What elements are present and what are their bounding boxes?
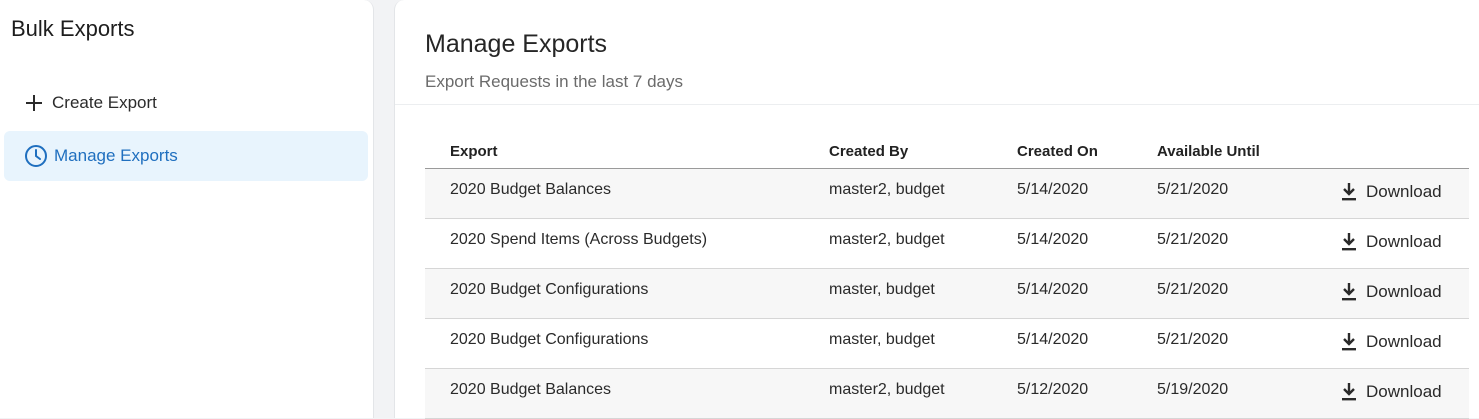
nav-manage-exports-label: Manage Exports xyxy=(54,146,178,165)
table-row: 2020 Budget Balances master2, budget 5/1… xyxy=(425,369,1469,419)
sidebar: Bulk Exports Create Export Manage Export… xyxy=(0,0,374,418)
download-label: Download xyxy=(1366,382,1442,401)
plus-icon xyxy=(22,91,46,115)
cell-created-by: master, budget xyxy=(829,281,935,298)
cell-created-on: 5/14/2020 xyxy=(1017,281,1089,298)
clock-icon xyxy=(24,144,48,168)
cell-created-on: 5/12/2020 xyxy=(1017,381,1089,398)
cell-export: 2020 Budget Configurations xyxy=(450,281,649,298)
download-button[interactable]: Download xyxy=(1339,331,1442,353)
table-row: 2020 Spend Items (Across Budgets) master… xyxy=(425,219,1469,269)
cell-available-until: 5/21/2020 xyxy=(1157,331,1229,348)
page-title: Manage Exports xyxy=(425,30,608,58)
table-row: 2020 Budget Balances master2, budget 5/1… xyxy=(425,169,1469,219)
cell-available-until: 5/19/2020 xyxy=(1157,381,1229,398)
cell-export: 2020 Spend Items (Across Budgets) xyxy=(450,231,708,248)
exports-table: Export Created By Created On Available U… xyxy=(425,139,1469,419)
cell-export: 2020 Budget Balances xyxy=(450,181,612,198)
download-label: Download xyxy=(1366,232,1442,251)
cell-export: 2020 Budget Balances xyxy=(450,381,612,398)
download-icon xyxy=(1339,231,1359,253)
cell-created-by: master, budget xyxy=(829,331,935,348)
cell-created-by: master2, budget xyxy=(829,231,945,248)
download-button[interactable]: Download xyxy=(1339,381,1442,403)
table-row: 2020 Budget Configurations master, budge… xyxy=(425,319,1469,369)
sidebar-title: Bulk Exports xyxy=(11,16,135,41)
download-label: Download xyxy=(1366,282,1442,301)
download-button[interactable]: Download xyxy=(1339,231,1442,253)
download-label: Download xyxy=(1366,332,1442,351)
header-available-until: Available Until xyxy=(1157,143,1260,160)
cell-available-until: 5/21/2020 xyxy=(1157,181,1229,198)
cell-export: 2020 Budget Configurations xyxy=(450,331,649,348)
table-header: Export Created By Created On Available U… xyxy=(425,139,1469,169)
header-export: Export xyxy=(450,143,498,160)
header-created-by: Created By xyxy=(829,143,909,160)
download-icon xyxy=(1339,381,1359,403)
nav-create-export[interactable]: Create Export xyxy=(4,78,368,128)
nav-create-export-label: Create Export xyxy=(52,93,157,112)
page-subtitle: Export Requests in the last 7 days xyxy=(425,72,683,91)
download-button[interactable]: Download xyxy=(1339,281,1442,303)
download-icon xyxy=(1339,181,1359,203)
cell-created-on: 5/14/2020 xyxy=(1017,181,1089,198)
download-button[interactable]: Download xyxy=(1339,181,1442,203)
cell-available-until: 5/21/2020 xyxy=(1157,231,1229,248)
cell-created-on: 5/14/2020 xyxy=(1017,331,1089,348)
nav-manage-exports[interactable]: Manage Exports xyxy=(4,131,368,181)
main-header: Manage Exports Export Requests in the la… xyxy=(395,0,1479,105)
download-label: Download xyxy=(1366,182,1442,201)
header-created-on: Created On xyxy=(1017,143,1098,160)
main-panel: Manage Exports Export Requests in the la… xyxy=(394,0,1479,419)
cell-created-by: master2, budget xyxy=(829,381,945,398)
cell-created-on: 5/14/2020 xyxy=(1017,231,1089,248)
cell-created-by: master2, budget xyxy=(829,181,945,198)
table-row: 2020 Budget Configurations master, budge… xyxy=(425,269,1469,319)
cell-available-until: 5/21/2020 xyxy=(1157,281,1229,298)
download-icon xyxy=(1339,331,1359,353)
download-icon xyxy=(1339,281,1359,303)
